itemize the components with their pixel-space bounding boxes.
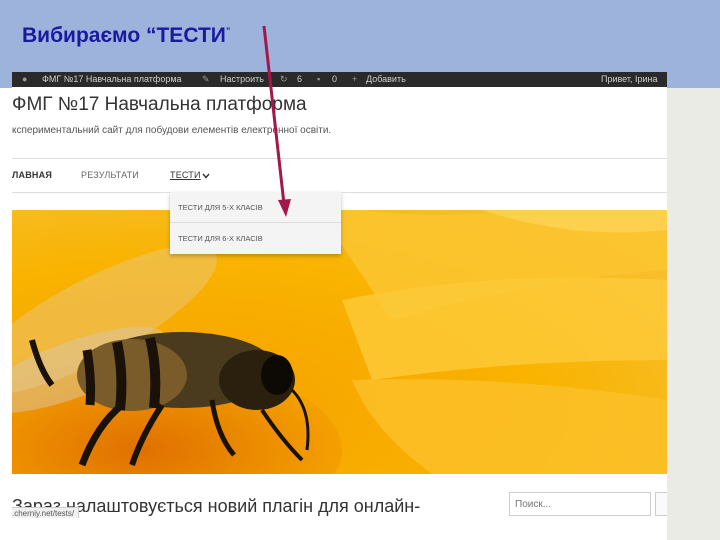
annotation-arrow (262, 25, 291, 217)
